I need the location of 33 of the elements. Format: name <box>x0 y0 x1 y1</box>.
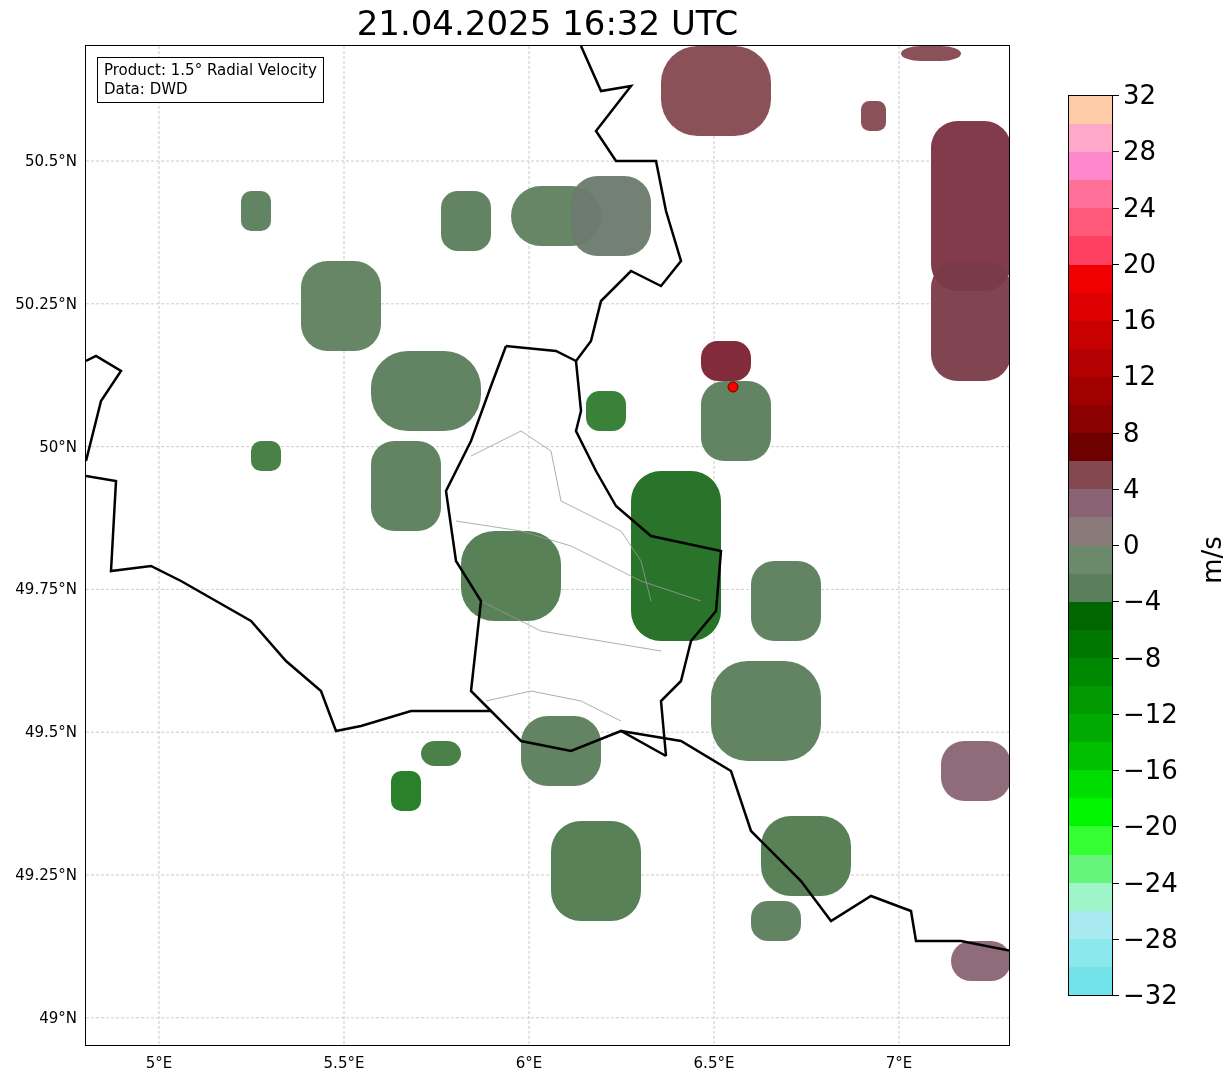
colorbar-unit-label: m/s <box>1196 536 1225 584</box>
longitude-tick-label: 6.5°E <box>693 1054 735 1072</box>
colorbar-tick-label: −8 <box>1123 642 1162 673</box>
latitude-tick-label: 50.5°N <box>24 152 77 170</box>
colorbar-tick-label: 24 <box>1123 192 1157 223</box>
info-text: Data: DWD <box>104 80 189 99</box>
latitude-tick-label: 49°N <box>39 1008 77 1027</box>
colorbar-tick-label: −16 <box>1123 755 1178 785</box>
colorbar-tick-label: 0 <box>1123 530 1140 560</box>
colorbar-tick-label: 12 <box>1123 361 1157 392</box>
colorbar-tick-label: 4 <box>1123 473 1140 504</box>
longitude-tick-label: 7°E <box>885 1054 913 1072</box>
longitude-tick-label: 6°E <box>515 1054 543 1072</box>
colorbar-tick-label: −28 <box>1123 923 1178 954</box>
colorbar-tick-label: −32 <box>1123 980 1178 1010</box>
info-text: Product: 1.5° Radial Velocity <box>104 61 317 80</box>
latitude-tick-label: 49.25°N <box>15 866 77 884</box>
colorbar-tick-label: −4 <box>1123 586 1162 617</box>
longitude-tick-label: 5°E <box>145 1054 173 1072</box>
colorbar-tick-label: 8 <box>1123 417 1140 448</box>
latitude-tick-label: 50.25°N <box>15 294 77 313</box>
colorbar-tick-label: −12 <box>1123 698 1178 729</box>
latitude-tick-label: 50°N <box>39 437 77 456</box>
colorbar-tick-label: 28 <box>1123 136 1157 167</box>
colorbar-tick-label: −24 <box>1123 867 1178 898</box>
colorbar-tick-label: 20 <box>1123 248 1157 279</box>
colorbar-tick-label: 32 <box>1123 80 1157 110</box>
latitude-tick-label: 49.5°N <box>24 723 77 742</box>
latitude-tick-label: 49.75°N <box>15 580 77 599</box>
chart-title: 21.04.2025 16:32 UTC <box>355 1 740 45</box>
colorbar-tick-label: −20 <box>1123 811 1178 842</box>
longitude-tick-label: 5.5°E <box>323 1054 365 1072</box>
colorbar-tick-label: 16 <box>1123 305 1157 335</box>
